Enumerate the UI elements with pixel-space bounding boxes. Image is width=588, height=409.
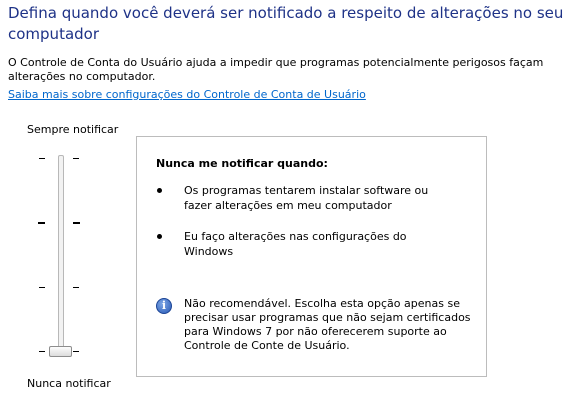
slider-tick-right [73, 222, 80, 224]
bullet-text: Eu faço alterações nas configurações do … [184, 230, 407, 258]
note-text: Não recomendável. Escolha esta opção ape… [184, 297, 471, 352]
slider-tick-left [38, 222, 45, 224]
info-icon: i [156, 298, 172, 314]
slider-tick-left [39, 158, 45, 159]
bullet-dot [157, 234, 162, 239]
slider-tick-right [73, 158, 79, 159]
bullet-dot [157, 188, 162, 193]
learn-more-link[interactable]: Saiba mais sobre configurações do Contro… [8, 88, 366, 102]
slider-track[interactable] [58, 155, 64, 354]
slider-thumb[interactable] [49, 346, 72, 357]
info-box: Nunca me notificar quando: Os programas … [136, 136, 487, 377]
slider-tick-left [39, 351, 45, 352]
slider-tick-left [39, 287, 45, 288]
page-title: Defina quando você deverá ser notificado… [8, 4, 564, 43]
slider-tick-right [73, 351, 79, 352]
slider-top-label: Sempre notificar [27, 123, 119, 136]
info-heading: Nunca me notificar quando: [156, 157, 328, 170]
bullet-text: Os programas tentarem instalar software … [184, 184, 429, 212]
slider-tick-right [73, 287, 79, 288]
slider-bottom-label: Nunca notificar [27, 377, 111, 390]
page-description: O Controle de Conta do Usuário ajuda a i… [8, 56, 544, 83]
